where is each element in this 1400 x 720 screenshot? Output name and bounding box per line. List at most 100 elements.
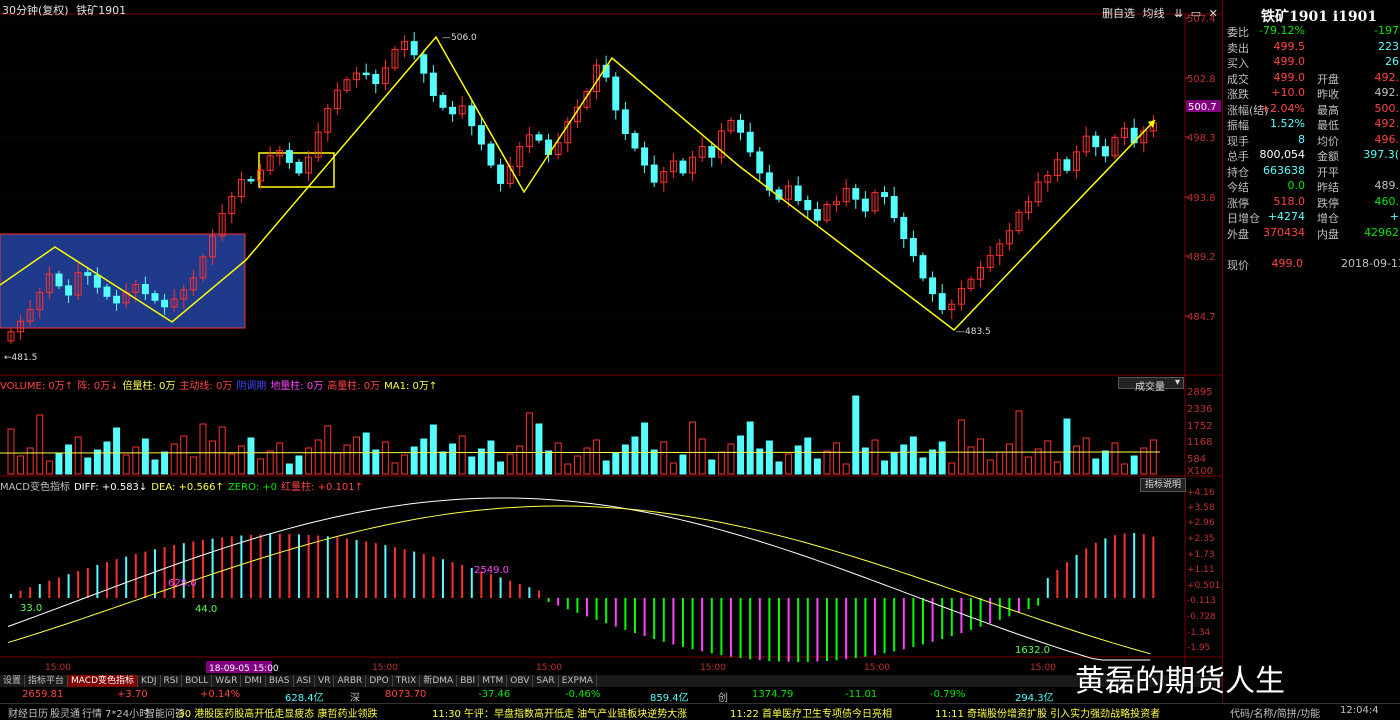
quote-value2: + <box>1389 210 1399 223</box>
tab-8[interactable]: BIAS <box>266 675 294 687</box>
close-icon[interactable]: ✕ <box>1209 7 1218 20</box>
quote-label2: 最高 <box>1317 103 1339 117</box>
candle-down <box>794 185 802 201</box>
volume-axis-label: 584 <box>1187 454 1206 465</box>
macd-label: 628.0 <box>168 578 197 589</box>
quote-value2: 489. <box>1374 179 1400 192</box>
tab-14[interactable]: 新DMA <box>420 675 458 687</box>
tab-3[interactable]: KDJ <box>138 675 161 687</box>
macd-legend-item-4: 红量柱: +0.101↑ <box>281 482 363 493</box>
volume-bar <box>122 454 130 475</box>
volume-bar <box>487 440 495 475</box>
tab-0[interactable]: 设置 <box>0 675 26 687</box>
tab-13[interactable]: TRIX <box>393 675 421 687</box>
tab-2[interactable]: MACD变色指标 <box>68 675 139 687</box>
volume-ma-line <box>0 451 1161 454</box>
volume-bar <box>890 452 898 475</box>
tab-5[interactable]: BOLL <box>182 675 213 687</box>
candle-down <box>439 94 447 108</box>
volume-bar <box>218 426 226 475</box>
volume-bar <box>372 449 380 475</box>
volume-bar <box>852 395 860 475</box>
chart-header: 30分钟(复权) 铁矿1901 <box>2 2 126 18</box>
self-select-button[interactable]: 删自选 <box>1102 7 1135 20</box>
volume-bar <box>977 438 985 475</box>
current-price-label: 现价 <box>1227 259 1249 272</box>
tab-11[interactable]: ARBR <box>334 675 367 687</box>
volume-bar <box>305 447 313 475</box>
minimize-icon[interactable]: ⇊ <box>1174 7 1183 20</box>
volume-bar <box>1092 458 1100 475</box>
candle-down <box>84 272 92 276</box>
tab-17[interactable]: OBV <box>507 675 534 687</box>
volume-bar <box>7 428 15 475</box>
period-label[interactable]: 30分钟(复权) <box>2 4 69 17</box>
macd-label: 2549.0 <box>474 565 509 576</box>
volume-bar <box>285 463 293 475</box>
volume-bar <box>161 451 169 475</box>
equal-line-button[interactable]: 均线 <box>1143 7 1165 20</box>
volume-bar <box>717 451 725 475</box>
macd-axis-label: +1.73 <box>1187 550 1215 560</box>
quote-label: 卖出 <box>1227 41 1249 55</box>
tab-12[interactable]: DPO <box>366 675 393 687</box>
volume-legend-item-6: 高量柱: 0万 <box>327 381 381 392</box>
quote-label: 现手 <box>1227 134 1249 148</box>
tab-16[interactable]: MTM <box>479 675 508 687</box>
volume-bar <box>228 453 236 475</box>
candle-down <box>362 72 370 76</box>
tab-15[interactable]: BBI <box>457 675 480 687</box>
volume-bar <box>948 462 956 475</box>
tab-18[interactable]: SAR <box>533 675 559 687</box>
quote-label: 今结 <box>1227 181 1249 194</box>
tab-19[interactable]: EXPMA <box>559 675 597 687</box>
volume-legend-item-1: 阵: 0万↓ <box>77 381 119 392</box>
candle-down <box>141 283 149 295</box>
quote-value: 499.0 <box>1273 70 1306 84</box>
volume-bar <box>900 444 908 475</box>
candle-down <box>449 106 457 115</box>
volume-bar <box>26 447 34 475</box>
volume-legend-item-2: 倍量柱: 0万 <box>122 381 176 392</box>
tab-7[interactable]: DMI <box>241 675 266 687</box>
tab-10[interactable]: VR <box>315 675 335 687</box>
index-item: -37.46 <box>478 689 511 700</box>
volume-bar <box>794 445 802 475</box>
time-highlight-text: 18-09-05 15:00 <box>209 664 279 674</box>
tab-9[interactable]: ASI <box>294 675 316 687</box>
indicator-help-button[interactable]: 指标说明 <box>1140 478 1186 492</box>
volume-bar <box>439 451 447 475</box>
restore-icon[interactable]: ▭ <box>1191 7 1201 20</box>
candle-down <box>813 209 821 221</box>
quote-value: 499.5 <box>1273 39 1306 53</box>
volume-bar <box>343 444 351 475</box>
candle-down <box>247 178 255 182</box>
volume-selector[interactable]: 成交量 ▾ <box>1118 377 1184 393</box>
price-axis-label: 502.8 <box>1187 74 1216 85</box>
volume-bar <box>957 419 965 475</box>
candle-down <box>737 119 745 133</box>
news-item[interactable]: 12:04:4 <box>1340 705 1379 716</box>
volume-bar <box>401 454 409 475</box>
volume-bar <box>103 441 111 475</box>
quote-value: +10.0 <box>1271 86 1305 99</box>
candle-down <box>881 192 889 198</box>
macd-axis-label: +2.35 <box>1187 534 1215 544</box>
volume-bar <box>1121 463 1129 475</box>
tab-1[interactable]: 指标平台 <box>25 675 69 687</box>
tab-6[interactable]: W&R <box>212 675 242 687</box>
candle-down <box>641 147 649 166</box>
kline-chart-area[interactable]: 507.4502.8498.3493.8489.2484.7500.7—506.… <box>0 0 1400 718</box>
volume-bar <box>45 460 53 475</box>
volume-bar <box>17 455 25 475</box>
volume-bar <box>602 460 610 475</box>
volume-bar <box>708 459 716 475</box>
macd-axis-label: +3.58 <box>1187 503 1215 513</box>
quote-label2: 内盘 <box>1317 227 1339 241</box>
current-date: 2018-09-13, <box>1341 257 1400 270</box>
volume-bar <box>833 442 841 475</box>
volume-bar <box>170 443 178 475</box>
tab-4[interactable]: RSI <box>161 675 183 687</box>
index-item: 创 <box>718 693 728 704</box>
volume-bar <box>593 439 601 475</box>
